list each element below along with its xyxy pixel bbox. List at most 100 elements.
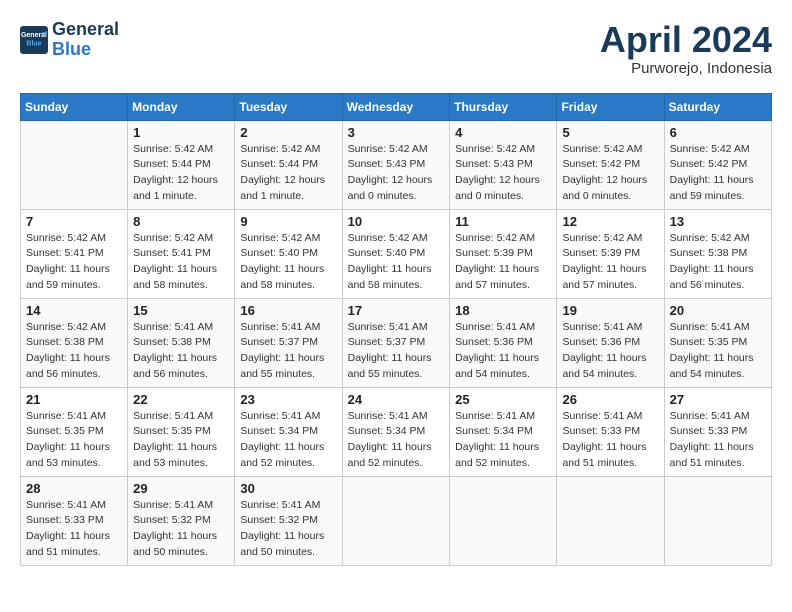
weekday-header-wednesday: Wednesday <box>342 93 450 120</box>
day-number: 3 <box>348 125 445 140</box>
day-number: 29 <box>133 481 229 496</box>
day-info: Sunrise: 5:42 AMSunset: 5:41 PMDaylight:… <box>26 231 122 294</box>
calendar-cell: 4 Sunrise: 5:42 AMSunset: 5:43 PMDaylight… <box>450 120 557 209</box>
calendar-cell <box>21 120 128 209</box>
calendar-cell: 17Sunrise: 5:41 AMSunset: 5:37 PMDayligh… <box>342 298 450 387</box>
calendar-cell: 15 Sunrise: 5:41 AMSunset: 5:38 PMDayligh… <box>128 298 235 387</box>
calendar-week-row: 7 Sunrise: 5:42 AMSunset: 5:41 PMDaylight… <box>21 209 772 298</box>
calendar-week-row: 21 Sunrise: 5:41 AMSunset: 5:35 PMDayligh… <box>21 387 772 476</box>
day-info: Sunrise: 5:42 AMSunset: 5:38 PMDaylight:… <box>26 320 122 383</box>
calendar-cell: 26Sunrise: 5:41 AMSunset: 5:33 PMDayligh… <box>557 387 664 476</box>
day-number: 1 <box>133 125 229 140</box>
weekday-header-saturday: Saturday <box>664 93 771 120</box>
weekday-header-row: SundayMondayTuesdayWednesdayThursdayFrid… <box>21 93 772 120</box>
day-number: 27 <box>670 392 766 407</box>
day-number: 30 <box>240 481 336 496</box>
day-info: Sunrise: 5:41 AMSunset: 5:34 PMDaylight:… <box>240 409 336 472</box>
weekday-header-thursday: Thursday <box>450 93 557 120</box>
calendar-cell <box>450 476 557 565</box>
day-number: 17 <box>348 303 445 318</box>
day-number: 19 <box>562 303 658 318</box>
calendar-cell: 3Sunrise: 5:42 AMSunset: 5:43 PMDaylight… <box>342 120 450 209</box>
day-info: Sunrise: 5:42 AMSunset: 5:39 PMDaylight:… <box>455 231 551 294</box>
day-number: 21 <box>26 392 122 407</box>
day-number: 22 <box>133 392 229 407</box>
day-info: Sunrise: 5:42 AMSunset: 5:38 PMDaylight:… <box>670 231 766 294</box>
calendar-week-row: 28Sunrise: 5:41 AMSunset: 5:33 PMDayligh… <box>21 476 772 565</box>
day-info: Sunrise: 5:42 AMSunset: 5:44 PMDaylight:… <box>240 142 336 205</box>
calendar-cell: 23 Sunrise: 5:41 AMSunset: 5:34 PMDayligh… <box>235 387 342 476</box>
day-info: Sunrise: 5:41 AMSunset: 5:35 PMDaylight:… <box>133 409 229 472</box>
weekday-header-sunday: Sunday <box>21 93 128 120</box>
calendar-cell: 22 Sunrise: 5:41 AMSunset: 5:35 PMDayligh… <box>128 387 235 476</box>
day-number: 24 <box>348 392 445 407</box>
day-number: 13 <box>670 214 766 229</box>
calendar-cell <box>557 476 664 565</box>
day-info: Sunrise: 5:42 AMSunset: 5:40 PMDaylight:… <box>240 231 336 294</box>
day-info: Sunrise: 5:41 AMSunset: 5:37 PMDaylight:… <box>240 320 336 383</box>
day-number: 5 <box>562 125 658 140</box>
calendar-cell: 13 Sunrise: 5:42 AMSunset: 5:38 PMDayligh… <box>664 209 771 298</box>
day-info: Sunrise: 5:41 AMSunset: 5:35 PMDaylight:… <box>670 320 766 383</box>
calendar-cell: 25 Sunrise: 5:41 AMSunset: 5:34 PMDayligh… <box>450 387 557 476</box>
calendar-cell: 20 Sunrise: 5:41 AMSunset: 5:35 PMDayligh… <box>664 298 771 387</box>
calendar-cell: 28Sunrise: 5:41 AMSunset: 5:33 PMDayligh… <box>21 476 128 565</box>
day-number: 28 <box>26 481 122 496</box>
day-info: Sunrise: 5:41 AMSunset: 5:33 PMDaylight:… <box>562 409 658 472</box>
weekday-header-tuesday: Tuesday <box>235 93 342 120</box>
calendar-cell: 21Sunrise: 5:41 AMSunset: 5:35 PMDayligh… <box>21 387 128 476</box>
calendar-subtitle: Purworejo, Indonesia <box>600 60 772 77</box>
day-info: Sunrise: 5:42 AMSunset: 5:42 PMDaylight:… <box>562 142 658 205</box>
day-info: Sunrise: 5:41 AMSunset: 5:33 PMDaylight:… <box>670 409 766 472</box>
title-block: April 2024 Purworejo, Indonesia <box>600 20 772 77</box>
day-number: 15 <box>133 303 229 318</box>
calendar-cell: 2 Sunrise: 5:42 AMSunset: 5:44 PMDaylight… <box>235 120 342 209</box>
calendar-cell: 30 Sunrise: 5:41 AMSunset: 5:32 PMDayligh… <box>235 476 342 565</box>
day-number: 8 <box>133 214 229 229</box>
calendar-cell: 1Sunrise: 5:42 AMSunset: 5:44 PMDaylight… <box>128 120 235 209</box>
weekday-header-friday: Friday <box>557 93 664 120</box>
weekday-header-monday: Monday <box>128 93 235 120</box>
day-number: 20 <box>670 303 766 318</box>
page-header: General Blue General Blue April 2024 Pur… <box>20 20 772 77</box>
logo-icon: General Blue <box>20 26 48 54</box>
day-info: Sunrise: 5:41 AMSunset: 5:34 PMDaylight:… <box>348 409 445 472</box>
calendar-cell: 16Sunrise: 5:41 AMSunset: 5:37 PMDayligh… <box>235 298 342 387</box>
day-number: 14 <box>26 303 122 318</box>
svg-text:Blue: Blue <box>26 40 41 47</box>
calendar-cell: 9Sunrise: 5:42 AMSunset: 5:40 PMDaylight… <box>235 209 342 298</box>
day-info: Sunrise: 5:41 AMSunset: 5:32 PMDaylight:… <box>240 498 336 561</box>
calendar-cell <box>664 476 771 565</box>
day-info: Sunrise: 5:42 AMSunset: 5:40 PMDaylight:… <box>348 231 445 294</box>
day-number: 7 <box>26 214 122 229</box>
day-info: Sunrise: 5:41 AMSunset: 5:34 PMDaylight:… <box>455 409 551 472</box>
day-info: Sunrise: 5:42 AMSunset: 5:39 PMDaylight:… <box>562 231 658 294</box>
logo: General Blue General Blue <box>20 20 119 60</box>
day-info: Sunrise: 5:41 AMSunset: 5:38 PMDaylight:… <box>133 320 229 383</box>
calendar-cell: 19 Sunrise: 5:41 AMSunset: 5:36 PMDayligh… <box>557 298 664 387</box>
calendar-cell: 5 Sunrise: 5:42 AMSunset: 5:42 PMDaylight… <box>557 120 664 209</box>
calendar-cell: 27 Sunrise: 5:41 AMSunset: 5:33 PMDayligh… <box>664 387 771 476</box>
calendar-week-row: 1 Sunrise: 5:42 AMSunset: 5:44 PMDaylight… <box>21 120 772 209</box>
day-info: Sunrise: 5:42 AMSunset: 5:43 PMDaylight:… <box>455 142 551 205</box>
day-number: 12 <box>562 214 658 229</box>
calendar-title: April 2024 <box>600 20 772 60</box>
calendar-cell: 8Sunrise: 5:42 AMSunset: 5:41 PMDaylight… <box>128 209 235 298</box>
day-number: 10 <box>348 214 445 229</box>
day-number: 18 <box>455 303 551 318</box>
calendar-cell: 14 Sunrise: 5:42 AMSunset: 5:38 PMDayligh… <box>21 298 128 387</box>
day-number: 4 <box>455 125 551 140</box>
calendar-cell: 7 Sunrise: 5:42 AMSunset: 5:41 PMDaylight… <box>21 209 128 298</box>
calendar-cell: 24 Sunrise: 5:41 AMSunset: 5:34 PMDayligh… <box>342 387 450 476</box>
calendar-cell: 12 Sunrise: 5:42 AMSunset: 5:39 PMDayligh… <box>557 209 664 298</box>
day-number: 2 <box>240 125 336 140</box>
day-number: 11 <box>455 214 551 229</box>
logo-text: General Blue <box>52 20 119 60</box>
day-info: Sunrise: 5:41 AMSunset: 5:32 PMDaylight:… <box>133 498 229 561</box>
calendar-week-row: 14 Sunrise: 5:42 AMSunset: 5:38 PMDayligh… <box>21 298 772 387</box>
calendar-cell: 29 Sunrise: 5:41 AMSunset: 5:32 PMDayligh… <box>128 476 235 565</box>
day-info: Sunrise: 5:41 AMSunset: 5:36 PMDaylight:… <box>562 320 658 383</box>
day-info: Sunrise: 5:42 AMSunset: 5:42 PMDaylight:… <box>670 142 766 205</box>
day-number: 23 <box>240 392 336 407</box>
day-number: 25 <box>455 392 551 407</box>
